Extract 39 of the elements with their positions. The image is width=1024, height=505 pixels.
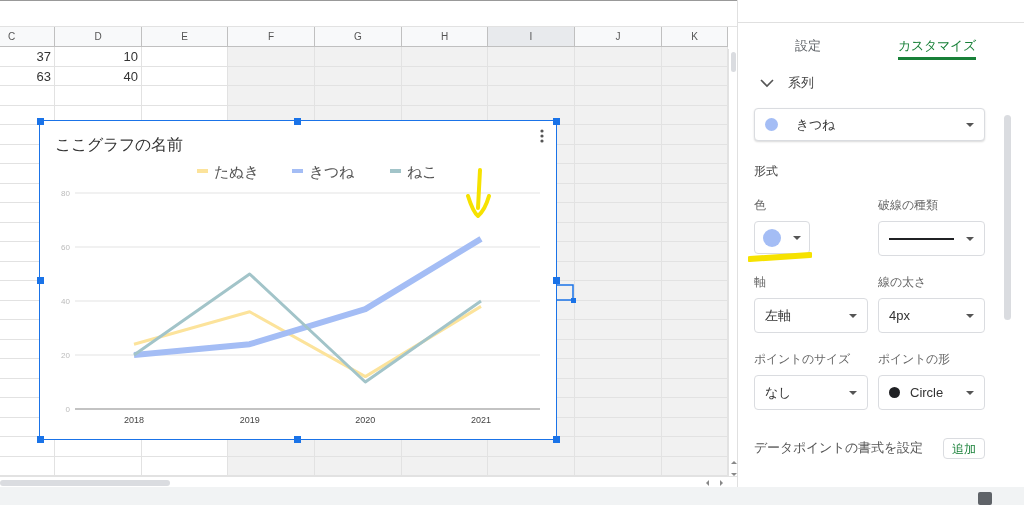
column-header[interactable]: J: [575, 27, 662, 47]
field-label: ポイントのサイズ: [754, 351, 851, 368]
column-header[interactable]: F: [228, 27, 315, 47]
tab[interactable]: 設定: [758, 23, 858, 60]
tab[interactable]: カスタマイズ: [898, 23, 976, 60]
series-dropdown[interactable]: きつね: [754, 108, 985, 141]
field-label: 破線の種類: [878, 197, 939, 214]
legend-label: たぬき: [214, 163, 259, 180]
axis-tick-label: 2021: [471, 415, 491, 425]
legend-label: ねこ: [407, 163, 437, 180]
field-label: ポイントの形: [878, 351, 951, 368]
table-cell: 63: [0, 66, 55, 86]
dropdown[interactable]: 4px: [878, 298, 985, 333]
table-cell: 37: [0, 47, 55, 67]
section-header[interactable]: 系列: [754, 60, 814, 90]
chart-title: ここグラフの名前: [55, 136, 183, 153]
column-header[interactable]: I: [488, 27, 575, 47]
axis-tick-label: 2019: [239, 415, 260, 425]
column-header[interactable]: D: [55, 27, 142, 47]
column-header[interactable]: K: [662, 27, 728, 47]
table-cell: 10: [55, 47, 142, 67]
add-button[interactable]: 追加: [943, 438, 985, 459]
column-header[interactable]: C: [0, 27, 55, 47]
dropdown[interactable]: なし: [754, 375, 868, 410]
field-label: データポイントの書式を設定: [754, 440, 923, 457]
legend-label: きつね: [309, 163, 354, 180]
column-header[interactable]: E: [142, 27, 228, 47]
section-heading: 形式: [754, 163, 779, 180]
axis-tick-label: 60: [61, 243, 70, 252]
axis-tick-label: 2020: [355, 415, 376, 425]
field-label: 軸: [754, 274, 767, 291]
axis-tick-label: 2018: [124, 415, 144, 425]
dropdown[interactable]: 左軸: [754, 298, 868, 333]
field-label: 色: [754, 197, 767, 214]
dropdown[interactable]: Circle: [878, 375, 985, 410]
table-cell: 40: [55, 66, 142, 86]
field-label: 線の太さ: [878, 274, 927, 291]
column-header[interactable]: H: [402, 27, 488, 47]
column-header[interactable]: G: [315, 27, 402, 47]
